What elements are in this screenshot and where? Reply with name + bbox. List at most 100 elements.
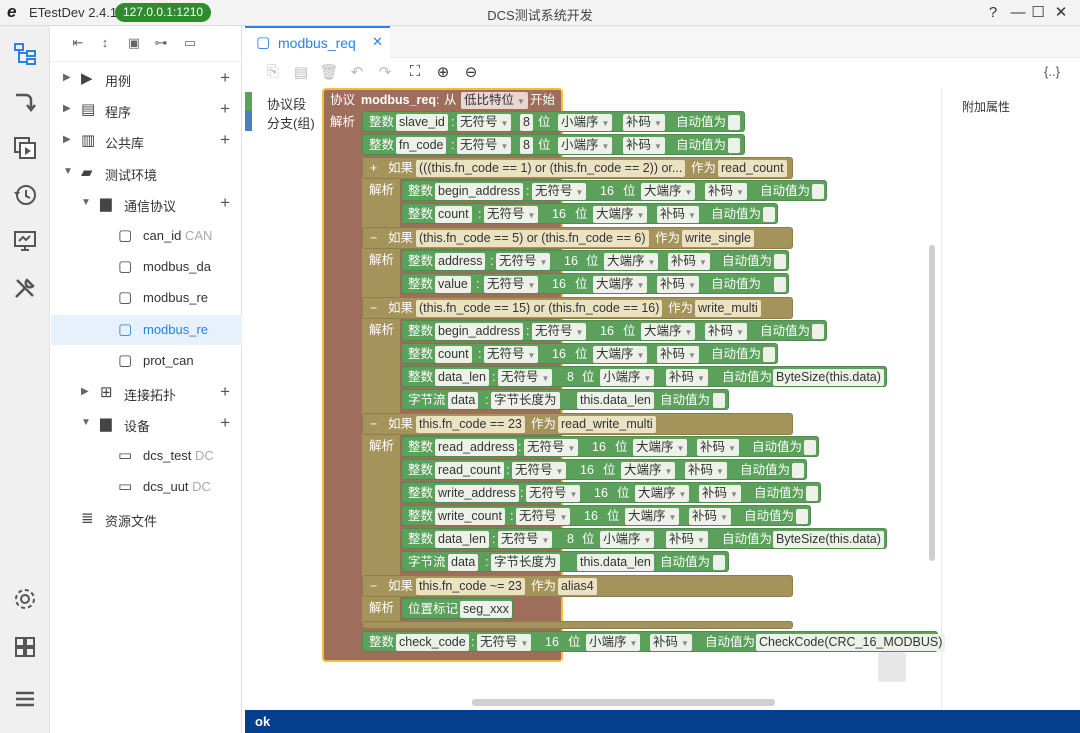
sign-dropdown[interactable]: 无符号 ▼ (498, 369, 553, 386)
int-field-block[interactable]: 整数 read_count : 无符号 ▼ 16 位 大端序 ▼ 补码 ▼ 自动值为 (401, 459, 807, 480)
branch-block-write-multi[interactable]: − 如果 (this.fn_code == 15) or (this.fn_co… (362, 297, 793, 319)
int-field-block[interactable]: 整数 data_len : 无符号 ▼ 8 位 小端序 ▼ 补码 ▼ 自动值为 Byt… (401, 366, 887, 387)
field-name[interactable]: begin_address (435, 323, 524, 340)
sign-dropdown[interactable]: 无符号 ▼ (512, 462, 567, 479)
tree-item-dcs-test[interactable]: ▭ dcs_test DC (51, 441, 242, 471)
auto-value-expression[interactable]: ByteSize(this.data) (773, 369, 884, 386)
expand-arrow-icon[interactable]: ▶ (63, 134, 71, 145)
endian-dropdown[interactable]: 小端序 ▼ (600, 531, 655, 548)
media-copy-icon[interactable] (10, 133, 40, 163)
endian-dropdown[interactable]: 大端序 ▼ (593, 276, 648, 293)
sign-dropdown[interactable]: 无符号 ▼ (457, 114, 512, 131)
monitor-icon[interactable] (10, 226, 40, 256)
int-field-block[interactable]: 整数 data_len : 无符号 ▼ 8 位 小端序 ▼ 补码 ▼ 自动值为 Byt… (401, 528, 887, 549)
complement-dropdown[interactable]: 补码 ▼ (668, 253, 710, 270)
endian-dropdown[interactable]: 小端序 ▼ (558, 114, 613, 131)
sign-dropdown[interactable]: 无符号 ▼ (484, 206, 539, 223)
add-icon[interactable]: + (220, 413, 230, 433)
sign-dropdown[interactable]: 无符号 ▼ (532, 183, 587, 200)
expand-icon[interactable]: ↕ (96, 35, 114, 53)
signal-icon[interactable] (10, 86, 40, 116)
field-name[interactable]: data_len (435, 531, 489, 548)
branch-alias[interactable]: write_multi (695, 300, 761, 317)
branch-toggle-icon[interactable]: + (370, 158, 377, 179)
branch-block-read-write-multi[interactable]: − 如果 this.fn_code == 23 作为 read_write_mu… (362, 413, 793, 435)
complement-dropdown[interactable]: 补码 ▼ (650, 634, 692, 651)
menu-icon[interactable] (10, 684, 40, 714)
branch-alias[interactable]: read_count (718, 160, 787, 177)
auto-value-slot[interactable] (763, 347, 775, 362)
field-name[interactable]: begin_address (435, 183, 524, 200)
auto-value-slot[interactable] (774, 254, 786, 269)
sign-dropdown[interactable]: 无符号 ▼ (532, 323, 587, 340)
tree-item-devices[interactable]: ▼ ▆ 设备 + (51, 409, 242, 439)
field-name[interactable]: check_code (396, 634, 469, 651)
complement-dropdown[interactable]: 补码 ▼ (623, 114, 665, 131)
tree-item-prot-can[interactable]: ▢ prot_can (51, 346, 242, 376)
add-icon[interactable]: + (220, 99, 230, 119)
branch-toggle-icon[interactable]: − (370, 576, 377, 597)
run-icon[interactable]: ▭ (181, 35, 199, 53)
collapse-arrow-icon[interactable]: ▼ (81, 417, 91, 428)
auto-value-slot[interactable] (804, 440, 816, 455)
tree-item-protocols[interactable]: ▼ ▆ 通信协议 + (51, 189, 242, 219)
bit-width[interactable]: 16 (552, 276, 566, 293)
complement-dropdown[interactable]: 补码 ▼ (699, 485, 741, 502)
endian-dropdown[interactable]: 小端序 ▼ (600, 369, 655, 386)
expand-arrow-icon[interactable]: ▶ (63, 72, 71, 83)
branch-block-read-count[interactable]: + 如果 (((this.fn_code == 1) or (this.fn_c… (362, 157, 793, 179)
expand-arrow-icon[interactable]: ▶ (63, 103, 71, 114)
byte-stream-block[interactable]: 字节流 data : 字节长度为 this.data_len 自动值为 (401, 389, 729, 410)
tree-item-cases[interactable]: ▶ ▶ 用例 + (51, 64, 242, 94)
add-icon[interactable]: + (220, 193, 230, 213)
branch-condition[interactable]: (this.fn_code == 15) or (this.fn_code ==… (416, 300, 663, 317)
int-field-block[interactable]: 整数 check_code : 无符号 ▼ 16 位 小端序 ▼ 补码 ▼ 自动值为 … (362, 631, 946, 652)
add-icon[interactable]: + (220, 382, 230, 402)
field-name[interactable]: read_count (435, 462, 504, 479)
int-field-block[interactable]: 整数 address : 无符号 ▼ 16 位 大端序 ▼ 补码 ▼ 自动值为 (401, 250, 789, 271)
auto-value-slot[interactable] (774, 277, 786, 292)
auto-value-slot[interactable] (796, 509, 808, 524)
complement-dropdown[interactable]: 补码 ▼ (705, 183, 747, 200)
sign-dropdown[interactable]: 无符号 ▼ (526, 485, 581, 502)
tree-item-library[interactable]: ▶ ▥ 公共库 + (51, 126, 242, 156)
complement-dropdown[interactable]: 补码 ▼ (697, 439, 739, 456)
complement-dropdown[interactable]: 补码 ▼ (657, 206, 699, 223)
int-field-block[interactable]: 整数 write_count : 无符号 ▼ 16 位 大端序 ▼ 补码 ▼ 自动值为 (401, 505, 811, 526)
branch-condition[interactable]: this.fn_code ~= 23 (416, 578, 525, 595)
field-name[interactable]: read_address (435, 439, 518, 456)
endian-dropdown[interactable]: 大端序 ▼ (641, 183, 696, 200)
sign-dropdown[interactable]: 无符号 ▼ (477, 634, 532, 651)
minimize-button[interactable]: — (1008, 3, 1028, 23)
endian-dropdown[interactable]: 大端序 ▼ (641, 323, 696, 340)
tree-item-modbus-data[interactable]: ▢ modbus_da (51, 252, 242, 282)
tab-modbus-req[interactable]: ▢ modbus_req ✕ (245, 26, 390, 58)
field-name[interactable]: data (448, 392, 479, 409)
bit-width[interactable]: 8 (567, 531, 574, 548)
branch-condition[interactable]: this.fn_code == 23 (416, 416, 525, 433)
field-name[interactable]: write_address (435, 485, 519, 502)
tools-icon[interactable] (10, 273, 40, 303)
bit-width[interactable]: 16 (564, 253, 578, 270)
field-name[interactable]: write_count (435, 508, 505, 525)
auto-value-slot[interactable] (812, 324, 824, 339)
endian-dropdown[interactable]: 大端序 ▼ (593, 206, 648, 223)
undo-icon[interactable]: ↶ (347, 63, 367, 83)
collapse-all-icon[interactable]: ⇤ (69, 35, 87, 53)
tree-item-can-id[interactable]: ▢ can_id CAN (51, 221, 242, 251)
tree-item-programs[interactable]: ▶ ▤ 程序 + (51, 95, 242, 125)
length-expression[interactable]: this.data_len (577, 554, 654, 571)
length-kind[interactable]: 字节长度为 (491, 392, 560, 409)
bit-width[interactable]: 8 (520, 114, 533, 131)
field-name[interactable]: data (448, 554, 479, 571)
sign-dropdown[interactable]: 无符号 ▼ (524, 439, 579, 456)
endian-dropdown[interactable]: 大端序 ▼ (593, 346, 648, 363)
auto-value-slot[interactable] (763, 207, 775, 222)
field-name[interactable]: slave_id (396, 114, 448, 131)
settings-gear-icon[interactable] (10, 584, 40, 614)
server-address-badge[interactable]: 127.0.0.1:1210 (115, 3, 212, 22)
dashboard-icon[interactable] (10, 632, 40, 662)
bit-width[interactable]: 16 (545, 634, 559, 651)
category-protocol-segment[interactable]: 协议段 (245, 92, 322, 112)
complement-dropdown[interactable]: 补码 ▼ (657, 346, 699, 363)
